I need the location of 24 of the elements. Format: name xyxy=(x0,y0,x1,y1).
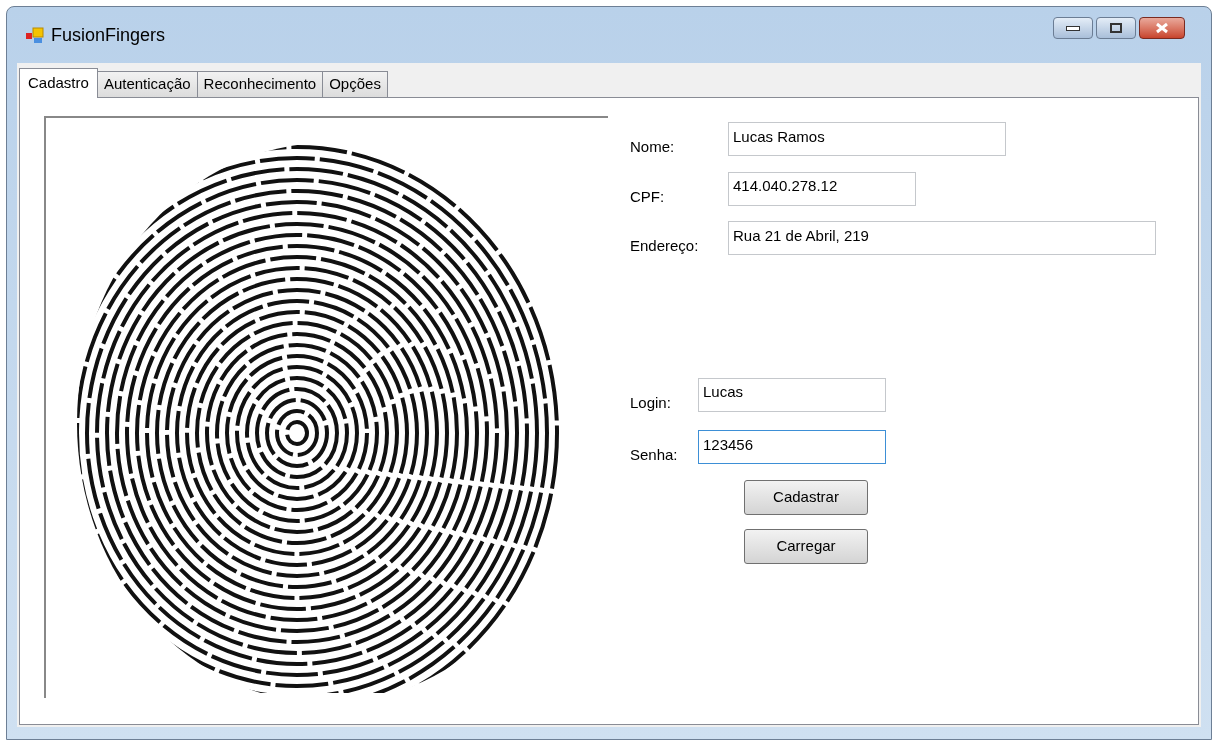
window-title: FusionFingers xyxy=(51,23,166,47)
tab[interactable]: Reconhecimento xyxy=(196,71,324,97)
text-field[interactable]: 123456 xyxy=(698,430,886,464)
text-field[interactable]: Rua 21 de Abril, 219 xyxy=(728,221,1156,255)
field-label: Endereço: xyxy=(630,236,700,256)
tab[interactable]: Opções xyxy=(322,71,388,97)
text-field[interactable]: 414.040.278.12 xyxy=(728,171,916,206)
text-field[interactable]: Lucas Ramos xyxy=(728,122,1006,156)
action-button[interactable]: Carregar xyxy=(744,528,868,564)
maximize-button[interactable] xyxy=(1096,17,1136,39)
close-icon xyxy=(1155,22,1169,34)
field-label: CPF: xyxy=(630,186,666,207)
maximize-icon xyxy=(1110,23,1122,33)
tab[interactable]: Autenticação xyxy=(96,71,198,97)
minimize-icon xyxy=(1066,25,1080,31)
minimize-button[interactable] xyxy=(1053,17,1093,39)
close-button[interactable] xyxy=(1139,17,1185,39)
app-icon xyxy=(25,26,45,44)
tab[interactable]: Cadastro xyxy=(19,68,98,98)
field-label: Nome: xyxy=(630,137,676,157)
text-field[interactable]: Lucas xyxy=(698,377,886,412)
field-label: Login: xyxy=(630,392,672,413)
action-button[interactable]: Cadastrar xyxy=(744,479,868,515)
field-label: Senha: xyxy=(630,445,679,465)
